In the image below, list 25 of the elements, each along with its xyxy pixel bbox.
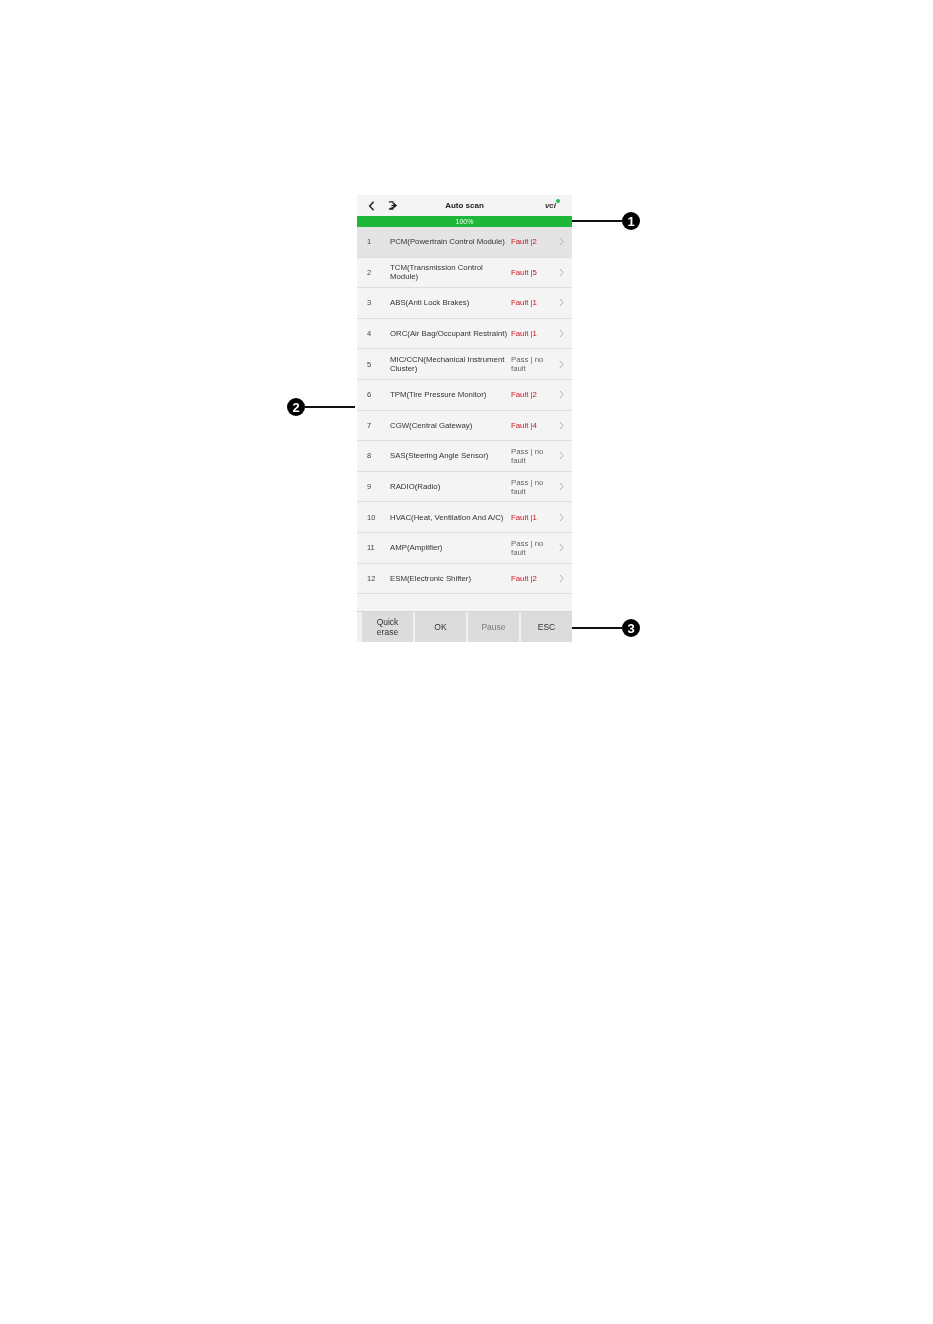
chevron-icon — [559, 298, 564, 308]
action-button[interactable]: Quick erase — [362, 612, 413, 643]
action-button[interactable]: ESC — [521, 612, 572, 643]
chevron-icon — [559, 390, 564, 400]
callout-badge: 1 — [622, 212, 640, 230]
exit-icon[interactable] — [388, 201, 398, 210]
screen-title: Auto scan — [445, 201, 484, 210]
chevron-icon — [559, 329, 564, 339]
action-button[interactable]: OK — [415, 612, 466, 643]
chevron-icon — [559, 482, 564, 492]
back-icon[interactable] — [368, 200, 375, 211]
chevron-icon — [559, 267, 564, 277]
leader-line — [305, 406, 355, 408]
chevron-icon — [559, 451, 564, 461]
callout-badge: 2 — [287, 398, 305, 416]
leader-line — [572, 627, 622, 629]
chevron-icon — [559, 359, 564, 369]
leader-line — [572, 220, 622, 222]
chevron-icon — [559, 237, 564, 247]
chevron-icon — [559, 512, 564, 522]
callout-badge: 3 — [622, 619, 640, 637]
vci-label: vci — [544, 201, 556, 210]
chevron-icon — [559, 543, 564, 553]
chevron-icon — [559, 420, 564, 430]
chevron-icon — [559, 573, 564, 583]
